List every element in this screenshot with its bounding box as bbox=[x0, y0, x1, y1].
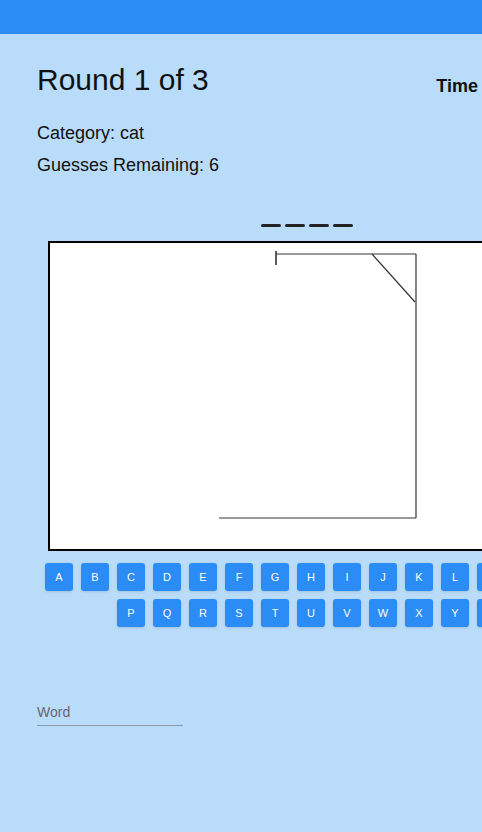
letter-key[interactable]: K bbox=[405, 563, 433, 591]
letter-key[interactable]: Q bbox=[153, 599, 181, 627]
letter-slot bbox=[285, 224, 305, 227]
letter-key[interactable]: P bbox=[117, 599, 145, 627]
letter-slot bbox=[309, 224, 329, 227]
letter-key[interactable]: G bbox=[261, 563, 289, 591]
letter-key[interactable]: L bbox=[441, 563, 469, 591]
letter-key[interactable] bbox=[477, 599, 482, 627]
keyboard-row: ABCDEFGHIJKL bbox=[45, 563, 482, 591]
keyboard: ABCDEFGHIJKL PQRSTUVWXY bbox=[0, 563, 482, 627]
letter-key[interactable]: C bbox=[117, 563, 145, 591]
time-label: Time bbox=[436, 77, 478, 95]
letter-key[interactable]: F bbox=[225, 563, 253, 591]
letter-key[interactable]: B bbox=[81, 563, 109, 591]
letter-key[interactable]: H bbox=[297, 563, 325, 591]
letter-key[interactable]: D bbox=[153, 563, 181, 591]
letter-key[interactable]: T bbox=[261, 599, 289, 627]
letter-slot bbox=[333, 224, 353, 227]
letter-key[interactable]: X bbox=[405, 599, 433, 627]
letter-slot bbox=[261, 224, 281, 227]
guesses-label: Guesses Remaining: 6 bbox=[0, 153, 482, 177]
letter-key[interactable]: R bbox=[189, 599, 217, 627]
letter-key[interactable]: E bbox=[189, 563, 217, 591]
word-input[interactable] bbox=[37, 699, 183, 726]
letter-key[interactable]: U bbox=[297, 599, 325, 627]
category-label: Category: cat bbox=[0, 121, 482, 145]
letter-key[interactable]: J bbox=[369, 563, 397, 591]
letter-key[interactable]: I bbox=[333, 563, 361, 591]
word-slots bbox=[261, 207, 482, 227]
letter-key[interactable]: Y bbox=[441, 599, 469, 627]
letter-key[interactable]: W bbox=[369, 599, 397, 627]
round-title: Round 1 of 3 bbox=[37, 65, 209, 95]
letter-key[interactable]: V bbox=[333, 599, 361, 627]
keyboard-row: PQRSTUVWXY bbox=[117, 599, 482, 627]
letter-key[interactable] bbox=[477, 563, 482, 591]
gallows-canvas bbox=[48, 241, 482, 551]
letter-key[interactable]: S bbox=[225, 599, 253, 627]
top-bar bbox=[0, 0, 482, 34]
gallows-icon bbox=[50, 243, 482, 549]
letter-key[interactable]: A bbox=[45, 563, 73, 591]
header: Round 1 of 3 Time bbox=[0, 60, 482, 100]
